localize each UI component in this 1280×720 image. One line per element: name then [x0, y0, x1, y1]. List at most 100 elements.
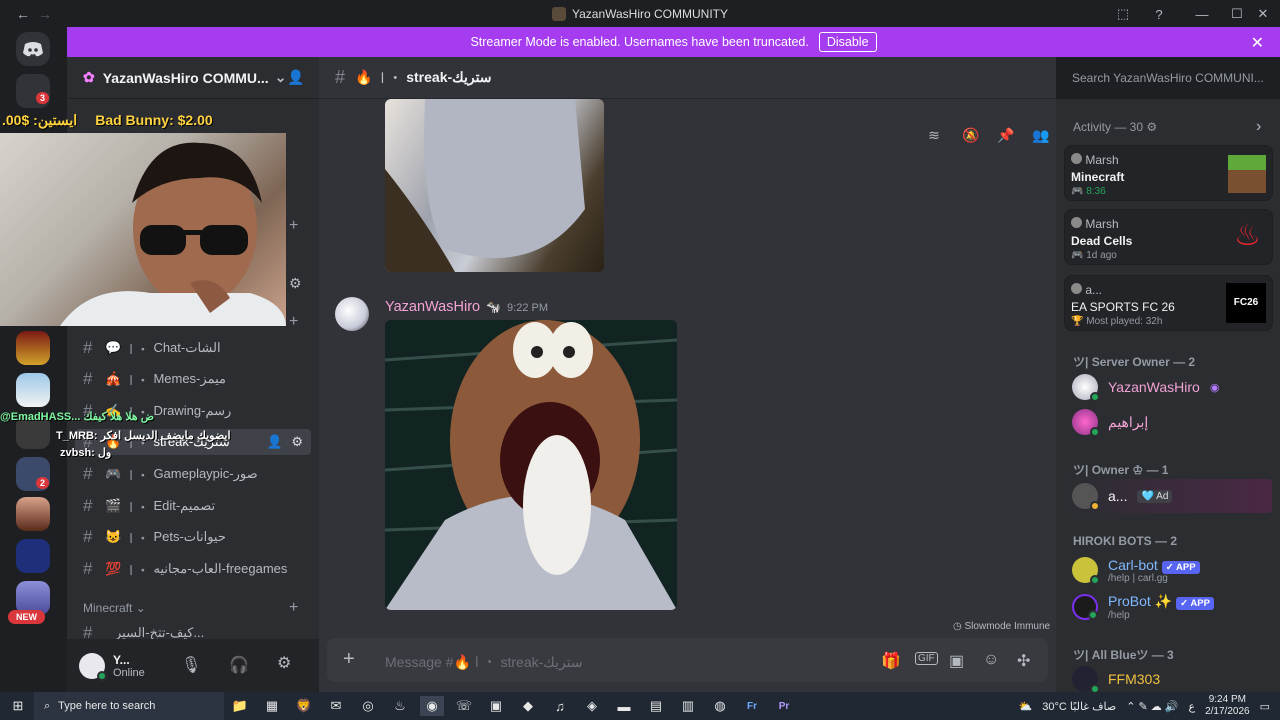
author-avatar[interactable] [335, 297, 369, 331]
member-item[interactable]: إبراهيم [1072, 405, 1148, 439]
clock[interactable]: 9:24 PM 2/17/2026 [1205, 694, 1250, 718]
user-name: Y... [113, 652, 130, 667]
search-input[interactable]: Search YazanWasHiro COMMUNI... [1065, 67, 1267, 89]
premiere-icon[interactable]: Pr [772, 696, 796, 716]
add-channel-icon-2[interactable]: + [289, 313, 298, 331]
file-explorer-icon[interactable]: 📁 [228, 696, 252, 716]
user-settings-icon[interactable]: ⚙ [277, 653, 291, 673]
member-list-icon[interactable]: 👥 [1032, 127, 1049, 143]
activity-card[interactable]: a... EA SPORTS FC 26 🏆 Most played: 32h … [1064, 275, 1273, 331]
server-name: YazanWasHiro COMMU... [102, 69, 269, 86]
game-icon[interactable]: ◆ [516, 696, 540, 716]
add-channel-icon-3[interactable]: + [289, 599, 298, 617]
tray-icons[interactable]: ⌃ ✎ ☁ 🔊 [1126, 700, 1178, 713]
voice-badge: 2 [36, 477, 50, 489]
disable-button[interactable]: Disable [818, 32, 877, 52]
add-channel-icon[interactable]: + [289, 217, 298, 235]
activity-user: Marsh [1071, 217, 1119, 231]
member-item[interactable]: FFM303 [1072, 662, 1160, 696]
brave-icon[interactable]: 🦁 [292, 696, 316, 716]
mail-icon[interactable]: ✉ [324, 696, 348, 716]
microphone-icon[interactable]: 🎙 [181, 655, 201, 675]
activity-game: EA SPORTS FC 26 [1071, 300, 1175, 314]
message-image-1[interactable] [385, 99, 604, 272]
channel-settings-icon[interactable]: ⚙ [291, 434, 303, 450]
server-icon-2[interactable] [16, 373, 50, 407]
help-icon[interactable]: ? [1142, 0, 1176, 28]
spotify-icon[interactable]: ♫ [548, 696, 572, 716]
mute-notifications-icon[interactable]: 🔕 [962, 127, 979, 143]
weather-text[interactable]: 30°C صاف غالبًا [1042, 700, 1116, 713]
inbox-icon[interactable]: ⬚ [1106, 0, 1140, 28]
taskbar-search[interactable]: ⌕ Type here to search [34, 692, 224, 720]
message-time: 9:22 PM [507, 302, 549, 314]
channel-item[interactable]: # 💬 ا ・ Chat-الشات [83, 335, 311, 361]
window-title: YazanWasHiro COMMUNITY [571, 7, 729, 21]
channel-item[interactable]: # 💯 ا ・ العاب-مجانيه-freegames [83, 556, 311, 582]
steam-icon[interactable]: ♨ [388, 696, 412, 716]
avatar[interactable] [79, 652, 107, 681]
message-header: YazanWasHiro 🐄 9:22 PM [385, 299, 548, 315]
member-item[interactable]: YazanWasHiro ◉ [1072, 370, 1219, 404]
capcut-icon[interactable]: ▣ [484, 696, 508, 716]
threads-icon[interactable]: ≋ [926, 127, 942, 143]
forward-arrow-icon[interactable]: → [38, 6, 52, 22]
activity-meta: 🎮 8:36 [1071, 186, 1106, 197]
upload-plus-icon[interactable]: + [343, 648, 355, 671]
notification-icon[interactable]: ▭ [1260, 700, 1270, 713]
server-icon-1[interactable] [16, 331, 50, 365]
gif-icon[interactable]: GIF [915, 652, 938, 665]
discord-home-icon[interactable] [16, 32, 50, 66]
fresco-icon[interactable]: Fr [740, 696, 764, 716]
apps-icon[interactable]: ✣ [1017, 651, 1030, 671]
close-window-button[interactable]: ✕ [1246, 0, 1280, 28]
pin-icon[interactable]: 📌 [997, 127, 1014, 143]
member-item[interactable]: a... 🩵 Ad [1064, 479, 1272, 513]
minimize-button[interactable]: — [1185, 0, 1219, 28]
whatsapp-icon[interactable]: ☏ [452, 696, 476, 716]
hash-icon: # [83, 527, 93, 546]
server-icon-4[interactable] [16, 497, 50, 531]
channel-item[interactable]: # 😺 ا ・ Pets-حيوانات [83, 524, 311, 550]
language-indicator[interactable]: ع [1189, 700, 1196, 713]
app-icon[interactable]: ◎ [356, 696, 380, 716]
close-banner-icon[interactable]: ✕ [1251, 33, 1264, 53]
gift-icon[interactable]: 🎁 [881, 651, 901, 671]
activity-card[interactable]: Marsh Dead Cells 🎮 1d ago ♨ [1064, 209, 1273, 265]
message-author[interactable]: YazanWasHiro [385, 299, 480, 315]
activity-header[interactable]: Activity — 30 ⚙ [1073, 120, 1157, 134]
activity-game: Dead Cells [1071, 234, 1133, 248]
emoji-icon[interactable]: ☺ [983, 651, 999, 669]
discord-taskbar-icon[interactable]: ◉ [420, 696, 444, 716]
channel-item[interactable]: # 🎪 ا ・ Memes-ميمز [83, 366, 311, 392]
chevron-right-icon[interactable]: › [1256, 118, 1261, 136]
message-input[interactable]: Message #🔥 ا ・ streak-ستريك [385, 652, 583, 672]
server-icon-5[interactable] [16, 539, 50, 573]
windows-start-icon[interactable]: ⊞ [6, 696, 30, 716]
invite-icon[interactable]: 👤 [287, 69, 304, 86]
terminal-icon[interactable]: ▬ [612, 696, 636, 716]
back-arrow-icon[interactable]: ← [16, 6, 30, 22]
member-icon[interactable]: 👤 [267, 434, 283, 450]
category-minecraft[interactable]: Minecraft ⌄ [83, 601, 146, 615]
obs-icon[interactable]: ◍ [708, 696, 732, 716]
vpn-icon[interactable]: ◈ [580, 696, 604, 716]
sticker-icon[interactable]: ▣ [949, 651, 964, 671]
activity-game: Minecraft [1071, 170, 1125, 184]
store-icon[interactable]: ▦ [260, 696, 284, 716]
channel-item[interactable]: # 🎬 ا ・ Edit-تصميم [83, 493, 311, 519]
server-header[interactable]: ✿ YazanWasHiro COMMU... ⌄ 👤 [67, 57, 319, 99]
message-image-2[interactable] [385, 320, 677, 610]
activity-card[interactable]: Marsh Minecraft 🎮 8:36 [1064, 145, 1273, 201]
editor-icon[interactable]: ▤ [644, 696, 668, 716]
dead-cells-icon: ♨ [1234, 219, 1261, 252]
notes-icon[interactable]: ▥ [676, 696, 700, 716]
member-item[interactable]: ProBot ✨ ✓ APP/help [1072, 590, 1214, 624]
channel-name: streak-ستريك [406, 69, 492, 85]
user-status: Online [113, 666, 145, 679]
new-badge: NEW [8, 610, 45, 624]
settings-gear-icon[interactable]: ⚙ [289, 275, 302, 292]
headphones-icon[interactable]: 🎧 [229, 655, 249, 675]
member-item[interactable]: Carl-bot ✓ APP/help | carl.gg [1072, 553, 1200, 587]
channel-item[interactable]: # 🎮 ا ・ Gameplaypic-صور [83, 461, 311, 487]
